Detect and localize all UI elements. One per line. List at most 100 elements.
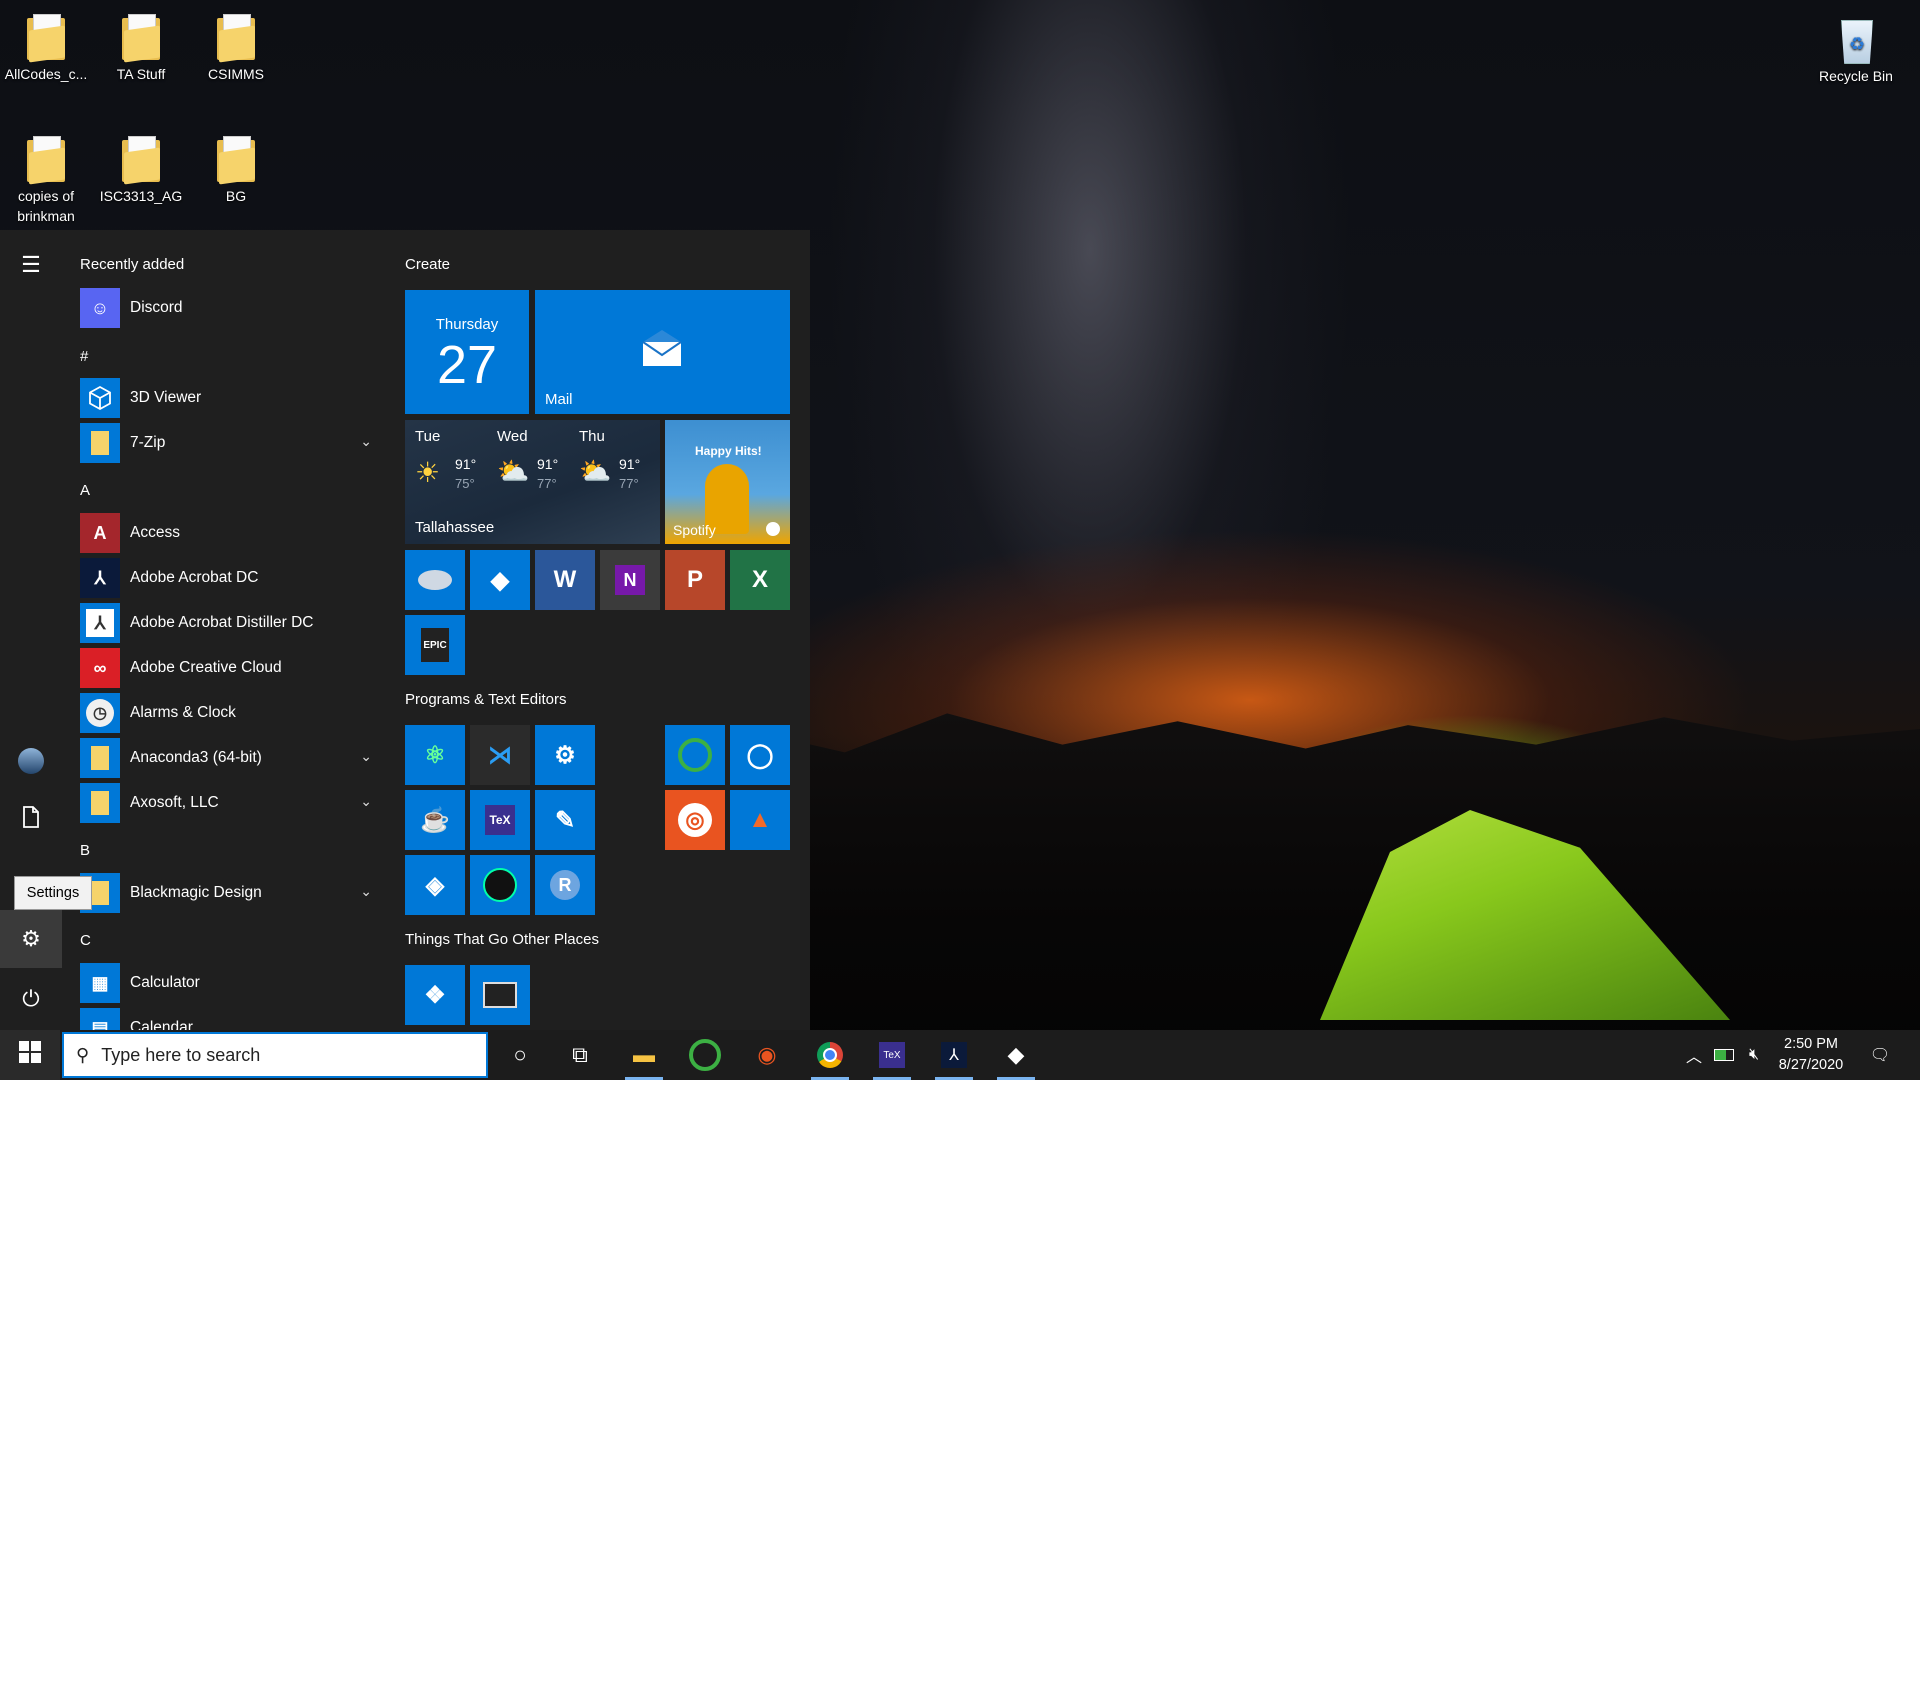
clock[interactable]: 2:50 PM 8/27/2020: [1766, 1034, 1856, 1076]
tile-app-3[interactable]: ⚙: [535, 725, 595, 785]
creative-cloud-icon: ∞: [80, 648, 120, 688]
desktop-icon-ta-stuff[interactable]: TA Stuff: [95, 4, 187, 84]
task-view-button[interactable]: ⧉: [554, 1030, 606, 1080]
tile-tex[interactable]: TeX: [470, 790, 530, 850]
tile-remote-desktop[interactable]: [470, 965, 530, 1025]
search-box[interactable]: ⚲ Type here to search: [62, 1032, 488, 1078]
app-alarms-clock[interactable]: ◷ Alarms & Clock: [80, 693, 372, 733]
tile-app-8[interactable]: ◈: [405, 855, 465, 915]
app-adobe-creative-cloud[interactable]: ∞ Adobe Creative Cloud: [80, 648, 372, 688]
acrobat-distiller-icon: ⅄: [80, 603, 120, 643]
tile-excel[interactable]: X: [730, 550, 790, 610]
battery-button[interactable]: [1710, 1030, 1738, 1080]
tile-app-2[interactable]: ◆: [470, 550, 530, 610]
atom-icon: ⚛: [424, 741, 446, 769]
tile-app-7[interactable]: ✎: [535, 790, 595, 850]
teapot-icon: ☕: [420, 806, 450, 834]
chevron-down-icon[interactable]: ⌄: [360, 748, 372, 765]
chevron-down-icon[interactable]: ⌄: [360, 433, 372, 450]
tile-app-6[interactable]: ☕: [405, 790, 465, 850]
letter-header-hash[interactable]: #: [80, 348, 88, 365]
taskbar-inkscape[interactable]: ◆: [991, 1030, 1041, 1080]
app-calculator[interactable]: ▦ Calculator: [80, 963, 372, 1003]
app-adobe-acrobat-distiller[interactable]: ⅄ Adobe Acrobat Distiller DC: [80, 603, 372, 643]
tile-rstudio[interactable]: R: [535, 855, 595, 915]
tile-ubuntu[interactable]: ◎: [665, 790, 725, 850]
cortana-button[interactable]: ○: [494, 1030, 546, 1080]
onenote-icon: N: [615, 565, 645, 595]
action-center-button[interactable]: 🗨︎: [1860, 1030, 1900, 1080]
desktop-icon-recycle-bin[interactable]: ♻ Recycle Bin: [1806, 4, 1906, 86]
tile-app-9[interactable]: [470, 855, 530, 915]
app-access[interactable]: A Access: [80, 513, 372, 553]
tile-dropbox[interactable]: ❖: [405, 965, 465, 1025]
group-header-programs[interactable]: Programs & Text Editors: [405, 691, 566, 708]
tile-app-4[interactable]: [665, 725, 725, 785]
taskbar-file-explorer[interactable]: ▬: [619, 1030, 669, 1080]
app-anaconda3[interactable]: Anaconda3 (64-bit) ⌄: [80, 738, 372, 778]
tile-area: Create Thursday 27 Mail Tue ☀ 91° 75° We…: [405, 230, 805, 1030]
spotify-tile[interactable]: Happy Hits! Spotify: [665, 420, 790, 544]
start-button[interactable]: [0, 1030, 60, 1080]
app-list: Recently added ☺ Discord # 3D Viewer 7-Z…: [62, 230, 382, 1030]
folder-icon: [27, 136, 65, 185]
dropbox-icon: ❖: [424, 981, 446, 1009]
desktop-icon-copies-of-brinkman[interactable]: copies of brinkman: [0, 126, 92, 226]
tile-vscode[interactable]: ⋊: [470, 725, 530, 785]
partly-cloudy-icon: ⛅: [579, 456, 612, 486]
tile-app-5[interactable]: ◯: [730, 725, 790, 785]
calendar-tile[interactable]: Thursday 27: [405, 290, 529, 414]
tile-word[interactable]: W: [535, 550, 595, 610]
weather-tile[interactable]: Tue ☀ 91° 75° Wed ⛅ 91° 77° Thu ⛅ 91° 77…: [405, 420, 660, 544]
start-menu: ☰ ⚙ ⏻ Recently added ☺ Discord # 3D View…: [0, 230, 810, 1030]
group-header-create[interactable]: Create: [405, 256, 450, 273]
desktop-icon-csimms[interactable]: CSIMMS: [190, 4, 282, 84]
desktop-icon-allcodes[interactable]: AllCodes_c...: [0, 4, 92, 84]
app-3d-viewer[interactable]: 3D Viewer: [80, 378, 372, 418]
ubuntu-icon: ◎: [678, 803, 712, 837]
app-axosoft[interactable]: Axosoft, LLC ⌄: [80, 783, 372, 823]
chat-icon: ◯: [746, 741, 774, 769]
tile-matlab[interactable]: ▲: [730, 790, 790, 850]
chevron-down-icon[interactable]: ⌄: [360, 883, 372, 900]
user-account-button[interactable]: [0, 732, 62, 790]
spotify-headline: Happy Hits!: [695, 444, 762, 458]
taskbar-app-ring[interactable]: [680, 1030, 730, 1080]
taskbar-ubuntu[interactable]: ◉: [742, 1030, 792, 1080]
app-7-zip[interactable]: 7-Zip ⌄: [80, 423, 372, 463]
powerpoint-icon: P: [686, 566, 703, 593]
taskbar-chrome[interactable]: [805, 1030, 855, 1080]
taskbar-acrobat[interactable]: ⅄: [929, 1030, 979, 1080]
app-label: Anaconda3 (64-bit): [130, 749, 262, 766]
app-label: Blackmagic Design: [130, 884, 262, 901]
letter-header-c[interactable]: C: [80, 932, 91, 949]
desktop-icon-isc3313[interactable]: ISC3313_AG: [95, 126, 187, 206]
letter-header-b[interactable]: B: [80, 842, 90, 859]
chevron-down-icon[interactable]: ⌄: [360, 793, 372, 810]
excel-icon: X: [751, 566, 768, 593]
app-discord[interactable]: ☺ Discord: [80, 288, 372, 328]
tile-powerpoint[interactable]: P: [665, 550, 725, 610]
settings-button[interactable]: ⚙: [0, 910, 62, 968]
folder-icon: [122, 14, 160, 63]
r-icon: R: [550, 870, 580, 900]
tile-epic-games[interactable]: EPIC: [405, 615, 465, 675]
desktop-icon-label: copies of brinkman: [17, 188, 75, 224]
expand-menu-button[interactable]: ☰: [0, 236, 62, 294]
power-button[interactable]: ⏻: [0, 970, 62, 1028]
tile-atom[interactable]: ⚛: [405, 725, 465, 785]
app-calendar[interactable]: ▤ Calendar: [80, 1008, 372, 1030]
tile-onenote[interactable]: N: [600, 550, 660, 610]
desktop-icon-bg[interactable]: BG: [190, 126, 282, 206]
taskbar-tex[interactable]: TeX: [867, 1030, 917, 1080]
mail-tile[interactable]: Mail: [535, 290, 790, 414]
volume-button[interactable]: 🔇︎: [1740, 1030, 1768, 1080]
documents-button[interactable]: [0, 791, 62, 849]
app-blackmagic-design[interactable]: Blackmagic Design ⌄: [80, 873, 372, 913]
group-header-other[interactable]: Things That Go Other Places: [405, 931, 599, 948]
app-adobe-acrobat-dc[interactable]: ⅄ Adobe Acrobat DC: [80, 558, 372, 598]
letter-header-a[interactable]: A: [80, 482, 90, 499]
tile-app-1[interactable]: [405, 550, 465, 610]
search-icon: ⚲: [76, 1044, 90, 1065]
show-hidden-icons-button[interactable]: ︿: [1680, 1030, 1708, 1080]
